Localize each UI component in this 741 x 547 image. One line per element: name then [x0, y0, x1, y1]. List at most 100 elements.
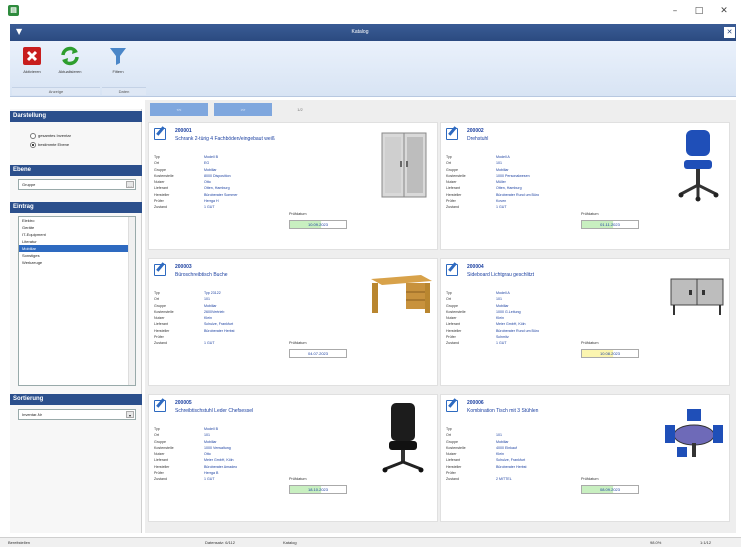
- field-value: Modell A: [496, 155, 510, 159]
- edit-icon[interactable]: [154, 400, 166, 412]
- inventory-title: Kombination Tisch mit 3 Stühlen: [467, 408, 539, 414]
- pruefdatum-field[interactable]: 08.09.2023: [581, 485, 639, 494]
- executive-chair-image: [381, 401, 425, 478]
- list-item[interactable]: Sonstiges: [19, 252, 135, 259]
- activate-button[interactable]: Aktivieren: [14, 44, 50, 82]
- list-item[interactable]: Geräte: [19, 224, 135, 231]
- inventory-card[interactable]: 200004 Sideboard Lichtgrau geschlitzt Typ M…: [440, 258, 730, 386]
- field-value: Otten, Hamburg: [204, 186, 230, 191]
- refresh-button[interactable]: Aktualisieren: [52, 44, 88, 82]
- field-value: 101: [204, 433, 210, 438]
- page-info: 1/2: [297, 107, 303, 112]
- field-value: Koven: [496, 199, 507, 204]
- list-item[interactable]: Literatur: [19, 238, 135, 245]
- radio-bestimmte-ebene[interactable]: bestimmte Ebene: [30, 141, 69, 149]
- cabinet-image: [379, 131, 429, 203]
- inventory-title: Schreibtischstuhl Leder Chefsessel: [175, 408, 254, 414]
- filter-button[interactable]: Filtern: [100, 44, 136, 82]
- list-item[interactable]: IT-Equipment: [19, 231, 135, 238]
- list-item[interactable]: Werkzeuge: [19, 259, 135, 266]
- pruefdatum-field[interactable]: 01.11.2023: [581, 220, 639, 229]
- ebene-combo[interactable]: Gruppe…: [18, 179, 136, 190]
- delete-icon: [22, 46, 42, 66]
- inventory-card[interactable]: 200006 Kombination Tisch mit 3 Stühlen Typ…: [440, 394, 730, 522]
- radio-gesamtes-inventar[interactable]: gesamtes Inventar: [30, 132, 71, 140]
- ebene-header: Ebene: [10, 165, 142, 176]
- inventory-number[interactable]: 200006: [467, 400, 484, 406]
- ellipsis-icon[interactable]: …: [126, 181, 134, 188]
- pruefdatum-label: Prüfdatum: [289, 477, 307, 481]
- pruefdatum-field[interactable]: 18.10.2023: [289, 485, 347, 494]
- field-value: Mobiliar: [204, 303, 217, 308]
- inventory-number[interactable]: 200002: [467, 128, 484, 134]
- inventory-card[interactable]: 200005 Schreibtischstuhl Leder Chefsessel…: [148, 394, 438, 522]
- status-position: 1:1/12: [700, 540, 712, 545]
- field-value: Büroberater Herbst: [496, 464, 527, 469]
- chevron-down-icon[interactable]: ▾: [126, 411, 134, 418]
- field-value: Büroberater Amadeo: [204, 464, 238, 469]
- entry-list[interactable]: Elektro Geräte IT-Equipment Literatur Mo…: [18, 216, 136, 386]
- maximize-button[interactable]: □: [692, 4, 706, 18]
- field-value: Müller: [496, 180, 506, 185]
- field-value: Büroberater Rund um Büro: [496, 192, 540, 197]
- inventory-number[interactable]: 200005: [175, 400, 192, 406]
- field-list: Typ Modell A Ort 101 Gruppe Mobiliar Kostenste…: [446, 154, 606, 211]
- field-value: Modell B: [204, 427, 218, 431]
- status-zoom: 98.0%: [650, 540, 662, 545]
- field-value: Otto: [204, 452, 211, 457]
- field-value: 1000 Personalwesen: [496, 173, 530, 178]
- field-value: Klein: [496, 316, 504, 321]
- title-bar: [0, 0, 741, 22]
- inventory-number[interactable]: 200003: [175, 264, 192, 270]
- minimize-button[interactable]: –: [668, 4, 682, 18]
- field-value: Modell A: [496, 291, 510, 295]
- edit-icon[interactable]: [446, 128, 458, 140]
- field-value: Schulze, Frankfurt: [496, 458, 526, 463]
- field-value: Mobiliar: [496, 167, 509, 172]
- field-value: Büroberater Herbst: [204, 328, 235, 333]
- field-value: Mobiliar: [496, 439, 509, 444]
- pruefdatum-label: Prüfdatum: [581, 477, 599, 481]
- edit-icon[interactable]: [154, 128, 166, 140]
- inventory-number[interactable]: 200001: [175, 128, 192, 134]
- inventory-card[interactable]: 200002 Drehstuhl Typ Modell A Ort 101 Gruppe Mo…: [440, 122, 730, 250]
- inventory-card[interactable]: 200003 Büroschreibtisch Buche Typ Typ 23122…: [148, 258, 438, 386]
- field-value: Mobiliar: [204, 439, 217, 444]
- field-value: Schulze, Frankfurt: [204, 322, 234, 327]
- pruefdatum-label: Prüfdatum: [289, 341, 307, 345]
- field-value: Herrga B: [204, 471, 219, 476]
- inventory-title: Sideboard Lichtgrau geschlitzt: [467, 272, 534, 278]
- pruefdatum-field[interactable]: 04.07.2023: [289, 349, 347, 358]
- edit-icon[interactable]: [446, 264, 458, 276]
- ribbon-collapse-icon[interactable]: ▼: [16, 27, 26, 37]
- field-value: Herrga H: [204, 199, 219, 204]
- field-row-zustand: Zustand 1 GUT: [154, 204, 314, 210]
- field-row-zustand: Zustand 1 GUT: [446, 204, 606, 210]
- edit-icon[interactable]: [154, 264, 166, 276]
- sortierung-combo[interactable]: Inventar-Nr ▾: [18, 409, 136, 420]
- ribbon-close-button[interactable]: ✕: [724, 27, 735, 38]
- refresh-icon: [60, 46, 80, 66]
- list-item[interactable]: Elektro: [19, 217, 135, 224]
- list-item-selected[interactable]: Mobiliar: [19, 245, 135, 252]
- field-list: Typ Modell A Ort 101 Gruppe Mobiliar Kostenste…: [446, 290, 606, 347]
- radio-on-icon: [30, 141, 36, 148]
- field-value: Meier GmbH, Köln: [204, 458, 234, 463]
- field-list: Typ Typ 23122 Ort 101 Gruppe Mobiliar Kostenst…: [154, 290, 314, 347]
- field-value: Otten, Hamburg: [496, 186, 522, 191]
- pruefdatum-field[interactable]: 10.08.2023: [581, 349, 639, 358]
- field-list: Typ Modell B Ort 101 Gruppe Mobiliar Kostenste…: [154, 426, 314, 483]
- page-next-button[interactable]: >>: [214, 103, 272, 116]
- list-scrollbar[interactable]: [128, 217, 135, 385]
- inventory-card[interactable]: 200001 Schrank 2-türig 4 Fachböden/eingeb…: [148, 122, 438, 250]
- edit-icon[interactable]: [446, 400, 458, 412]
- field-value: EG: [204, 161, 210, 166]
- group-label-anzeige: Anzeige: [12, 87, 100, 95]
- office-chair-image: [676, 128, 721, 205]
- inventory-number[interactable]: 200004: [467, 264, 484, 270]
- desk-image: [369, 273, 434, 317]
- close-window-button[interactable]: ✕: [717, 4, 731, 18]
- status-record: Datensatz: 6/112: [205, 540, 235, 545]
- pruefdatum-field[interactable]: 10.09.2023: [289, 220, 347, 229]
- page-prev-button[interactable]: <<: [150, 103, 208, 116]
